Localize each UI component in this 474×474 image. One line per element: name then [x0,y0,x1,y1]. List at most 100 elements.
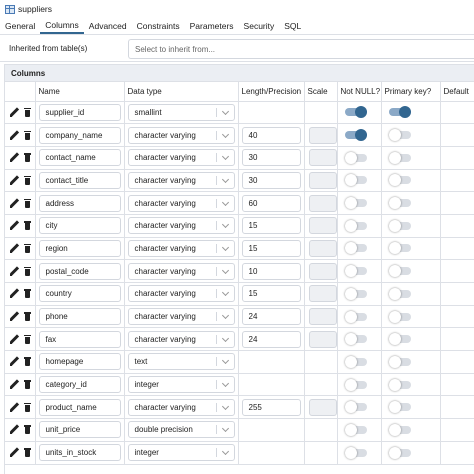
column-name-input[interactable]: postal_code [38,262,121,280]
column-name-input[interactable]: homepage [38,353,121,371]
not-null-toggle[interactable] [344,355,367,368]
pencil-icon[interactable] [10,108,19,117]
pencil-icon[interactable] [10,221,19,231]
trash-icon[interactable] [24,107,31,117]
length-input[interactable]: 30 [241,171,301,189]
data-type-select[interactable]: integer [127,444,235,462]
primary-key-toggle[interactable] [388,333,411,346]
scale-input[interactable] [308,285,337,303]
tab-security[interactable]: Security [239,18,280,34]
column-name-input[interactable]: phone [38,308,121,326]
primary-key-toggle[interactable] [388,310,411,323]
scale-input[interactable] [308,217,337,235]
scale-input[interactable] [308,398,337,416]
trash-icon[interactable] [24,221,31,231]
trash-icon[interactable] [24,425,31,435]
column-name-input[interactable]: unit_price [38,421,121,439]
not-null-toggle[interactable] [344,378,367,391]
not-null-toggle[interactable] [344,174,367,187]
length-input[interactable]: 10 [241,262,301,280]
pencil-icon[interactable] [10,312,19,322]
column-name-input[interactable]: supplier_id [38,103,121,121]
column-name-input[interactable]: contact_title [38,171,121,189]
inherit-select[interactable]: Select to inherit from... [128,39,474,59]
column-name-input[interactable]: country [38,285,121,303]
not-null-toggle[interactable] [344,106,367,119]
data-type-select[interactable]: character varying [127,126,235,144]
trash-icon[interactable] [24,175,31,185]
length-input[interactable]: 24 [241,308,301,326]
column-name-input[interactable]: city [38,217,121,235]
scale-input[interactable] [308,149,337,167]
length-input[interactable]: 15 [241,239,301,257]
primary-key-toggle[interactable] [388,446,411,459]
tab-advanced[interactable]: Advanced [84,18,132,34]
length-input[interactable]: 40 [241,126,301,144]
primary-key-toggle[interactable] [388,378,411,391]
column-name-input[interactable]: address [38,194,121,212]
pencil-icon[interactable] [10,403,19,412]
scale-input[interactable] [308,126,337,144]
trash-icon[interactable] [24,380,31,390]
column-name-input[interactable]: product_name [38,398,121,416]
column-name-input[interactable]: company_name [38,126,121,144]
not-null-toggle[interactable] [344,446,367,459]
column-name-input[interactable]: fax [38,330,121,348]
primary-key-toggle[interactable] [388,174,411,187]
primary-key-toggle[interactable] [388,242,411,255]
primary-key-toggle[interactable] [388,106,411,119]
scale-input[interactable] [308,330,337,348]
primary-key-toggle[interactable] [388,287,411,300]
not-null-toggle[interactable] [344,401,367,414]
tab-general[interactable]: General [0,18,40,34]
length-input[interactable]: 60 [241,194,301,212]
data-type-select[interactable]: character varying [127,149,235,167]
data-type-select[interactable]: character varying [127,239,235,257]
trash-icon[interactable] [24,243,31,253]
primary-key-toggle[interactable] [388,197,411,210]
pencil-icon[interactable] [10,131,19,140]
data-type-select[interactable]: double precision [127,421,235,439]
data-type-select[interactable]: character varying [127,262,235,280]
pencil-icon[interactable] [10,289,19,299]
data-type-select[interactable]: character varying [127,194,235,212]
not-null-toggle[interactable] [344,242,367,255]
primary-key-toggle[interactable] [388,151,411,164]
data-type-select[interactable]: character varying [127,330,235,348]
not-null-toggle[interactable] [344,423,367,436]
pencil-icon[interactable] [10,357,19,367]
pencil-icon[interactable] [10,335,19,344]
not-null-toggle[interactable] [344,310,367,323]
primary-key-toggle[interactable] [388,355,411,368]
primary-key-toggle[interactable] [388,265,411,278]
not-null-toggle[interactable] [344,151,367,164]
not-null-toggle[interactable] [344,129,367,142]
pencil-icon[interactable] [10,244,19,253]
data-type-select[interactable]: character varying [127,308,235,326]
pencil-icon[interactable] [10,380,19,390]
tab-constraints[interactable]: Constraints [132,18,185,34]
length-input[interactable]: 15 [241,285,301,303]
length-input[interactable]: 15 [241,217,301,235]
length-input[interactable]: 255 [241,398,301,416]
pencil-icon[interactable] [10,425,19,435]
column-name-input[interactable]: units_in_stock [38,444,121,462]
not-null-toggle[interactable] [344,197,367,210]
pencil-icon[interactable] [10,199,19,208]
data-type-select[interactable]: character varying [127,171,235,189]
column-name-input[interactable]: region [38,239,121,257]
data-type-select[interactable]: smallint [127,103,235,121]
trash-icon[interactable] [24,334,31,344]
trash-icon[interactable] [24,153,31,163]
not-null-toggle[interactable] [344,287,367,300]
column-name-input[interactable]: category_id [38,376,121,394]
data-type-select[interactable]: text [127,353,235,371]
primary-key-toggle[interactable] [388,129,411,142]
length-input[interactable]: 24 [241,330,301,348]
trash-icon[interactable] [24,130,31,140]
tab-sql[interactable]: SQL [279,18,306,34]
column-name-input[interactable]: contact_name [38,149,121,167]
pencil-icon[interactable] [10,448,19,458]
scale-input[interactable] [308,262,337,280]
data-type-select[interactable]: integer [127,376,235,394]
